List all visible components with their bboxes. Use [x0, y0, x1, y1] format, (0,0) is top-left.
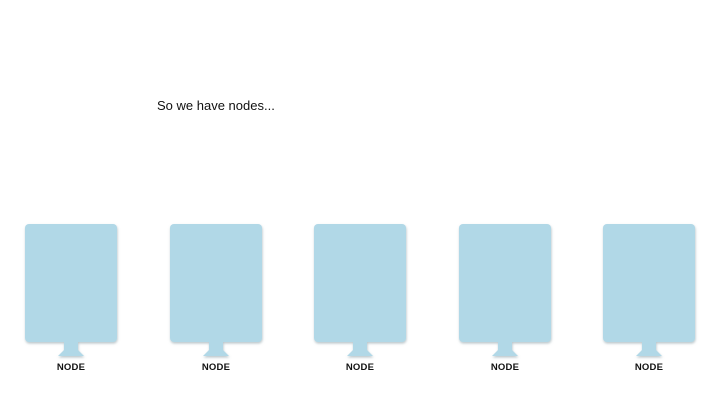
node-label: NODE: [56, 362, 86, 373]
monitor-icon: [314, 224, 406, 356]
node: NODE: [313, 223, 407, 373]
monitor-icon: [603, 224, 695, 356]
node-label: NODE: [201, 362, 231, 373]
node: NODE: [458, 223, 552, 373]
node-label: NODE: [490, 362, 520, 373]
node: NODE: [602, 223, 696, 373]
node: NODE: [169, 223, 263, 373]
monitor-icon: [170, 224, 262, 356]
slide-caption: So we have nodes...: [157, 98, 275, 113]
node: NODE: [24, 223, 118, 373]
monitor-icon: [459, 224, 551, 356]
node-label: NODE: [634, 362, 664, 373]
slide-canvas: So we have nodes... NODE NODE NODE NODE …: [0, 0, 720, 405]
node-label: NODE: [345, 362, 375, 373]
monitor-icon: [25, 224, 117, 356]
